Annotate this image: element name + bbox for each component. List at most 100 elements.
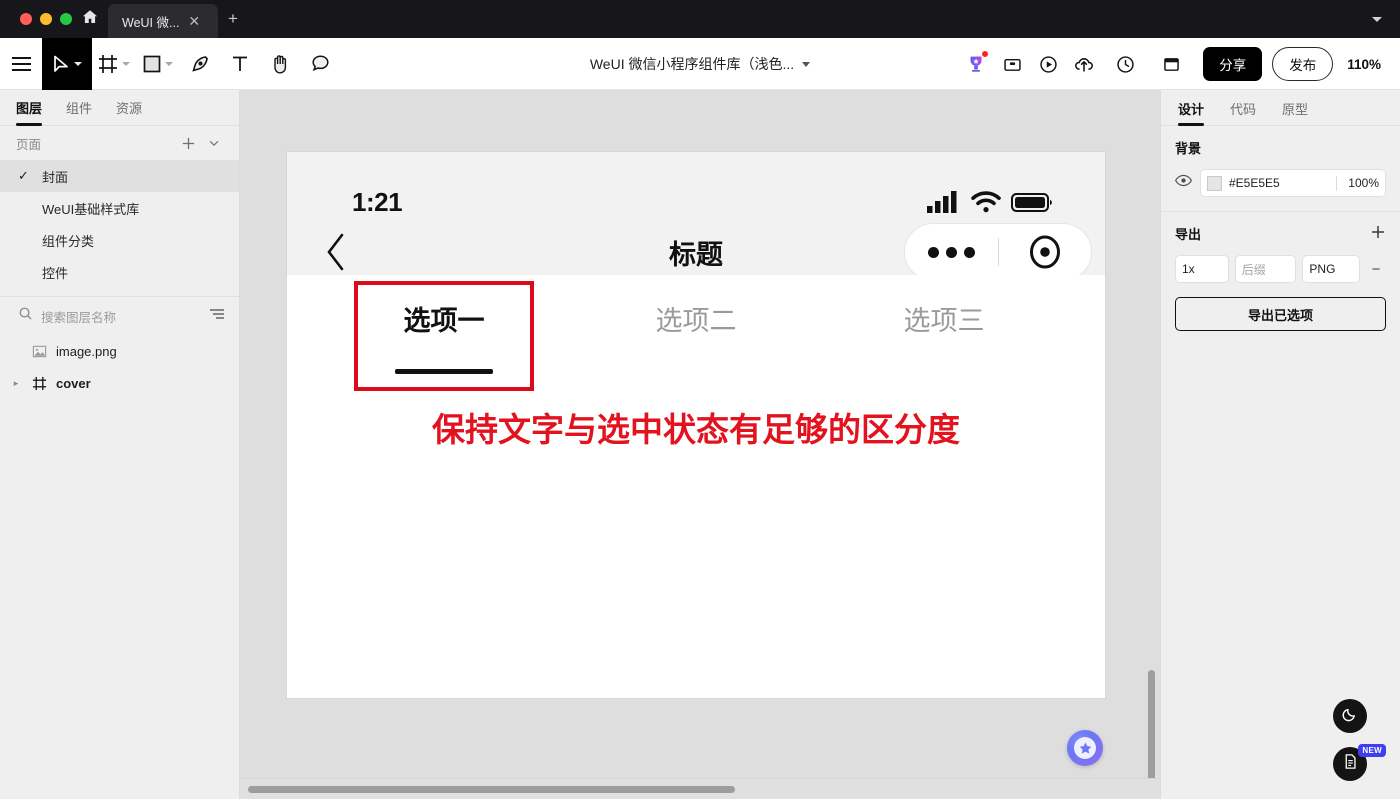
export-suffix-input[interactable]: 后缀 (1234, 255, 1297, 283)
page-item-label: 封面 (42, 169, 69, 185)
star-badge-icon[interactable] (1067, 730, 1103, 766)
hand-icon (271, 54, 290, 74)
chevron-down-icon[interactable] (74, 61, 82, 66)
background-fill-row: #E5E5E5 100% (1175, 169, 1386, 197)
traffic-light-group (0, 13, 72, 38)
background-section: 背景 #E5E5E5 100% (1161, 126, 1400, 212)
target-circle-icon[interactable] (999, 224, 1092, 280)
list-item[interactable]: ▸ cover (0, 367, 239, 399)
background-color-field[interactable]: #E5E5E5 100% (1200, 169, 1386, 197)
tab-option-3[interactable]: 选项三 (859, 299, 1029, 338)
page-item-categories[interactable]: 组件分类 (0, 224, 239, 256)
tab-components[interactable]: 组件 (54, 90, 104, 126)
list-item[interactable]: image.png (0, 335, 239, 367)
search-icon (18, 306, 33, 326)
chevron-down-icon[interactable] (165, 61, 173, 66)
app-window: WeUI 微... ✕ + WeUI 微信小程序组件库（浅色... 分享 发布 … (0, 0, 1400, 799)
eye-icon[interactable] (1175, 174, 1192, 192)
minimize-window-button[interactable] (40, 13, 52, 25)
canvas-vertical-scrollbar[interactable] (1148, 670, 1155, 785)
export-scale-select[interactable]: 1x (1175, 255, 1229, 283)
tab-layers[interactable]: 图层 (4, 90, 54, 126)
canvas-horizontal-scrollbar[interactable] (248, 786, 735, 793)
home-icon[interactable] (72, 0, 108, 38)
phone-navbar: 标题 (287, 223, 1105, 281)
more-dots-icon[interactable] (905, 224, 998, 280)
dark-mode-fab[interactable] (1333, 699, 1367, 733)
chevron-down-icon (1372, 16, 1382, 22)
window-menu-button[interactable] (1354, 0, 1400, 38)
right-sidebar: 设计 代码 原型 背景 #E5E5E5 100% 导出 1x 后缀 PNG − … (1160, 90, 1400, 799)
list-item-label: cover (56, 375, 91, 391)
play-circle-icon[interactable] (1031, 47, 1065, 81)
image-icon (29, 344, 49, 359)
toolbar-right-group: 分享 发布 110% (959, 38, 1390, 90)
tab-prototype[interactable]: 原型 (1269, 90, 1321, 126)
maximize-window-button[interactable] (60, 13, 72, 25)
plus-icon[interactable] (175, 130, 201, 156)
frame-tool[interactable] (92, 38, 136, 90)
tab-resources[interactable]: 资源 (104, 90, 154, 126)
tab-design[interactable]: 设计 (1165, 90, 1217, 126)
battery-icon (1011, 190, 1053, 219)
close-window-button[interactable] (20, 13, 32, 25)
sort-filter-icon[interactable] (209, 307, 225, 326)
search-input[interactable]: 搜索图层名称 (41, 307, 201, 326)
annotation-text: 保持文字与选中状态有足够的区分度 (432, 411, 960, 448)
opacity-value[interactable]: 100% (1344, 176, 1379, 190)
export-settings-row: 1x 后缀 PNG − (1175, 255, 1386, 283)
status-bar-icons (927, 190, 1053, 219)
plus-icon[interactable] (1370, 224, 1386, 243)
pen-tool[interactable] (180, 38, 220, 90)
artboard-cover[interactable]: 1:21 标题 选项一 选项二 选项三 保持文字与选中状态有足够的区分度 (287, 152, 1105, 698)
tab-option-2[interactable]: 选项二 (611, 299, 781, 338)
hand-tool[interactable] (260, 38, 300, 90)
left-sidebar: 图层 组件 资源 页面 ✓ 封面 WeUI基础样式库 组件分类 控件 搜索图层名… (0, 90, 240, 799)
browser-tab-label: WeUI 微... (122, 15, 180, 30)
move-tool[interactable] (42, 37, 92, 90)
share-button[interactable]: 分享 (1203, 47, 1263, 81)
new-tab-button[interactable]: + (218, 4, 248, 38)
export-selected-button[interactable]: 导出已选项 (1175, 297, 1386, 331)
comment-tool[interactable] (300, 38, 340, 90)
export-section: 导出 1x 后缀 PNG − 导出已选项 (1161, 212, 1400, 345)
checkmark-icon: ✓ (18, 168, 29, 183)
pages-label: 页面 (16, 137, 42, 152)
page-item-cover[interactable]: ✓ 封面 (0, 160, 239, 192)
hamburger-menu-icon[interactable] (0, 38, 42, 90)
status-bar-time: 1:21 (352, 187, 403, 217)
window-title-bar: WeUI 微... ✕ + (0, 0, 1400, 38)
history-clock-icon[interactable] (1103, 47, 1147, 81)
minus-icon[interactable]: − (1366, 261, 1386, 278)
pages-list: ✓ 封面 WeUI基础样式库 组件分类 控件 (0, 160, 239, 288)
archive-box-icon[interactable] (995, 47, 1029, 81)
text-tool[interactable] (220, 38, 260, 90)
publish-button[interactable]: 发布 (1272, 47, 1334, 81)
layer-search-row: 搜索图层名称 (0, 297, 239, 335)
color-swatch[interactable] (1207, 175, 1222, 191)
design-canvas[interactable]: 1:21 标题 选项一 选项二 选项三 保持文字与选中状态有足够的区分度 (240, 90, 1160, 799)
page-item-controls[interactable]: 控件 (0, 256, 239, 288)
divider (1336, 175, 1338, 191)
page-item-weui-base[interactable]: WeUI基础样式库 (0, 192, 239, 224)
export-format-select[interactable]: PNG (1302, 255, 1361, 283)
comment-bubble-icon (311, 54, 330, 73)
cloud-upload-icon[interactable] (1067, 47, 1101, 81)
wifi-icon (971, 190, 1001, 219)
phone-header: 1:21 标题 (287, 152, 1105, 281)
chevron-down-icon[interactable] (201, 130, 227, 156)
trophy-icon[interactable] (959, 47, 993, 81)
page-item-label: 控件 (42, 265, 69, 281)
new-badge: NEW (1358, 744, 1386, 757)
hex-value[interactable]: #E5E5E5 (1229, 176, 1329, 190)
layout-panel-icon[interactable] (1149, 47, 1193, 81)
page-title[interactable]: WeUI 微信小程序组件库（浅色... (590, 54, 794, 74)
shape-tool[interactable] (136, 38, 180, 90)
chevron-down-icon[interactable] (122, 61, 130, 66)
close-icon[interactable]: ✕ (185, 12, 203, 30)
chevron-down-icon[interactable] (802, 61, 811, 67)
zoom-control[interactable]: 110% (1347, 57, 1390, 72)
tab-code[interactable]: 代码 (1217, 90, 1269, 126)
chevron-right-icon[interactable]: ▸ (10, 378, 22, 389)
browser-tab[interactable]: WeUI 微... ✕ (108, 4, 218, 38)
